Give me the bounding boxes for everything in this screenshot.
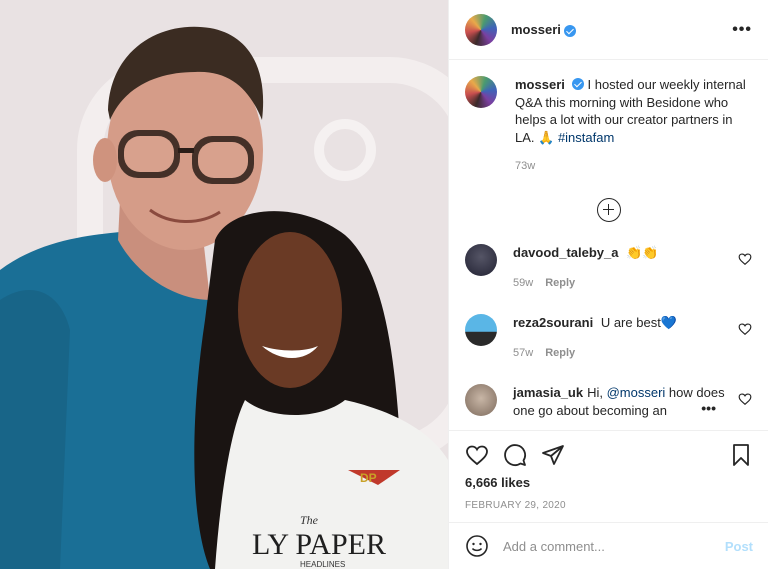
instagram-post: DP The LY PAPER HEADLINES mosseri ••• mo…: [0, 0, 768, 569]
comment-bubble-icon[interactable]: [503, 443, 527, 467]
like-heart-icon[interactable]: [465, 443, 489, 467]
post-header: mosseri •••: [449, 0, 768, 60]
verified-badge-icon: [571, 78, 584, 90]
save-bookmark-icon[interactable]: [729, 443, 753, 467]
action-icons: [465, 431, 753, 479]
author-username[interactable]: mosseri: [511, 22, 561, 37]
emoji-smiley-icon[interactable]: [465, 534, 489, 558]
reply-button[interactable]: Reply: [545, 347, 575, 359]
shirt-text-top: The: [300, 513, 319, 527]
author-avatar[interactable]: [465, 13, 497, 46]
post-actions: 6,666 likes FEBRUARY 29, 2020: [449, 430, 768, 511]
verified-badge-icon: [563, 24, 576, 37]
like-comment-heart-icon[interactable]: [738, 322, 752, 336]
load-more-plus-icon[interactable]: [596, 197, 621, 222]
shirt-logo-text: DP: [360, 471, 377, 485]
load-more-comments: [465, 197, 752, 222]
post-comment-button[interactable]: Post: [725, 539, 753, 554]
comment-age[interactable]: 59w: [513, 277, 533, 289]
comment-text: U are best💙: [600, 314, 677, 330]
likes-count[interactable]: 6,666 likes: [465, 475, 753, 490]
reply-button[interactable]: Reply: [545, 277, 575, 289]
comment-text-prefix: Hi,: [587, 384, 607, 400]
comment-text: 👏👏: [626, 244, 659, 260]
more-options-button[interactable]: •••: [732, 21, 752, 39]
comment-username[interactable]: davood_taleby_a: [513, 245, 619, 260]
post-side-panel: mosseri ••• mosseri I hosted our weekly …: [448, 0, 768, 569]
photo-illustration: DP The LY PAPER HEADLINES: [0, 0, 448, 569]
comments-section[interactable]: mosseri I hosted our weekly internal Q&A…: [449, 60, 768, 430]
comment-username[interactable]: reza2sourani: [513, 315, 593, 330]
caption-username[interactable]: mosseri: [515, 77, 565, 92]
comment-item: reza2sourani U are best💙 57w Reply: [465, 313, 752, 362]
post-photo[interactable]: DP The LY PAPER HEADLINES: [0, 0, 448, 569]
commenter-avatar[interactable]: [465, 243, 497, 276]
comment-age[interactable]: 57w: [513, 347, 533, 359]
comment-mention[interactable]: @mosseri: [607, 385, 666, 400]
share-paper-plane-icon[interactable]: [541, 443, 565, 467]
like-comment-heart-icon[interactable]: [738, 252, 752, 266]
like-comment-heart-icon[interactable]: [738, 392, 752, 406]
post-date[interactable]: FEBRUARY 29, 2020: [465, 500, 753, 511]
commenter-avatar[interactable]: [465, 383, 497, 416]
add-comment-bar: Post: [449, 522, 768, 569]
commenter-avatar[interactable]: [465, 313, 497, 346]
caption-avatar[interactable]: [465, 76, 497, 108]
caption-age[interactable]: 73w: [515, 160, 535, 172]
caption-hashtag[interactable]: #instafam: [558, 130, 614, 145]
comment-options-button[interactable]: •••: [681, 400, 716, 416]
shirt-text-bottom: HEADLINES: [300, 560, 345, 569]
caption-meta: 73w: [515, 158, 752, 176]
caption: mosseri I hosted our weekly internal Q&A…: [465, 76, 752, 176]
comment-item: davood_taleby_a 👏👏 59w Reply: [465, 243, 752, 292]
comment-input[interactable]: [503, 538, 725, 554]
shirt-text-main: LY PAPER: [252, 528, 386, 561]
comment-username[interactable]: jamasia_uk: [513, 385, 583, 400]
